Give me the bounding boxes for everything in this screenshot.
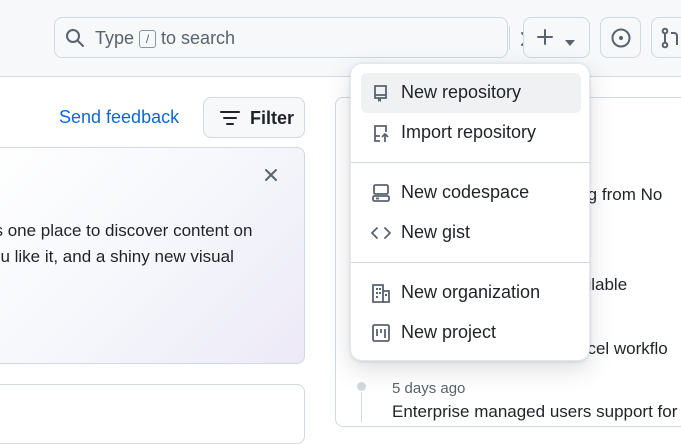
announcement-text-line-2: ou like it, and a shiny new visual [0,247,234,266]
menu-item-new-organization[interactable]: New organization [361,273,581,313]
feed-card [0,384,305,444]
changelog-entry[interactable]: Enterprise managed users support for [392,402,677,422]
organization-icon [371,283,391,308]
project-icon [371,323,391,348]
changelog-date: 5 days ago [392,380,466,397]
menu-divider [351,262,591,263]
filter-icon [220,110,240,131]
menu-item-new-repository[interactable]: New repository [361,73,581,113]
issue-opened-icon [610,27,632,54]
announcement-text-line-1: ’s one place to discover content on [0,221,253,240]
create-new-menu: New repository Import repository New cod… [350,63,591,361]
timeline-dot [357,382,366,391]
repo-icon [371,83,391,108]
menu-item-new-codespace[interactable]: New codespace [361,173,581,213]
create-new-button[interactable] [523,17,590,58]
filter-button[interactable]: Filter [203,97,305,138]
search-placeholder: Type / to search [95,28,236,48]
changelog-item-3[interactable]: ncel workflo [578,339,668,359]
pull-requests-button[interactable] [651,17,681,58]
send-feedback-link[interactable]: Send feedback [59,107,179,128]
search-icon [65,28,85,53]
timeline-line [361,392,362,422]
close-icon[interactable] [264,168,278,187]
chevron-down-icon [564,34,576,52]
issues-button[interactable] [600,17,641,58]
plus-icon [536,28,554,51]
codespaces-icon [371,183,391,208]
git-pull-request-icon [660,27,681,54]
code-icon [371,223,391,248]
search-input[interactable]: Type / to search [54,17,539,58]
header-divider [509,26,510,50]
menu-item-new-gist[interactable]: New gist [361,213,581,253]
announcement-card: ’s one place to discover content on ou l… [0,147,305,364]
menu-item-import-repository[interactable]: Import repository [361,113,581,153]
menu-divider [351,162,591,163]
repo-push-icon [371,123,391,148]
menu-item-new-project[interactable]: New project [361,313,581,353]
search-shortcut-key: / [139,29,157,48]
filter-label: Filter [250,108,295,128]
